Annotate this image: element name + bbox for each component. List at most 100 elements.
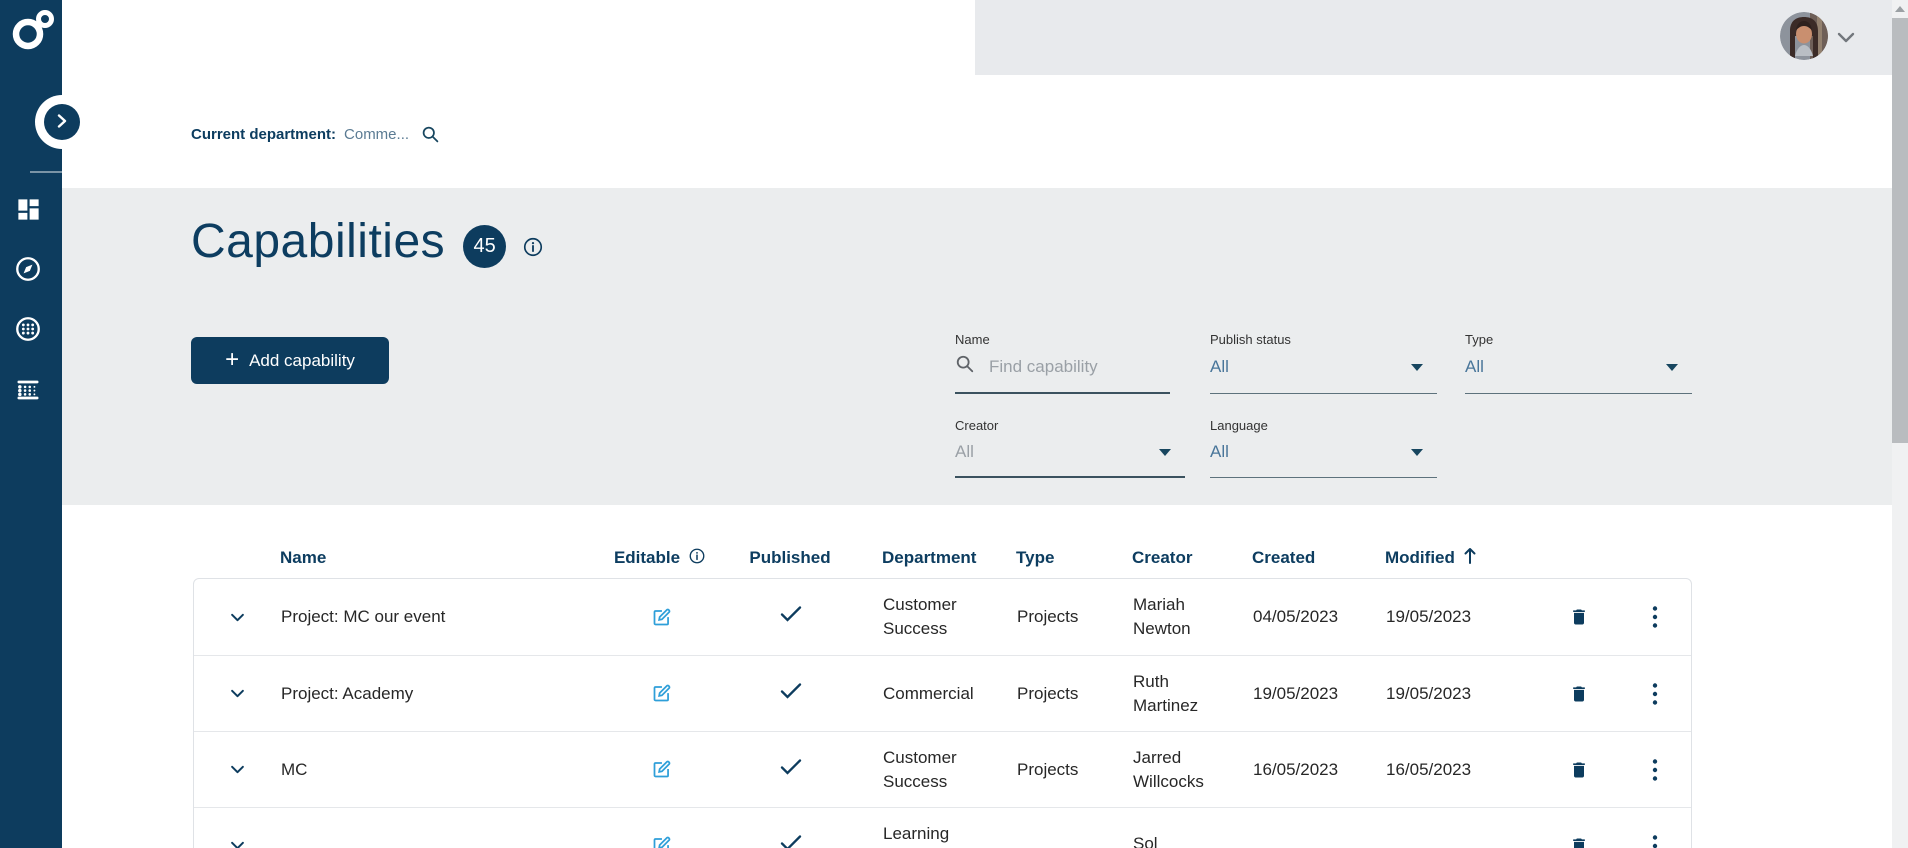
published-check-icon <box>780 834 802 848</box>
current-department-label: Current department: <box>191 125 337 143</box>
add-capability-button[interactable]: + Add capability <box>191 337 389 384</box>
filter-creator[interactable]: Creator All <box>955 418 1185 478</box>
capabilities-table: Project: MC our event Customer Success P… <box>193 578 1692 848</box>
filter-type-value: All <box>1465 357 1484 376</box>
delete-icon[interactable] <box>1565 755 1593 785</box>
filter-name: Name <box>955 332 1170 394</box>
caret-down-icon <box>1159 443 1171 461</box>
scrollbar-up-arrow[interactable] <box>1895 6 1905 12</box>
cell-modified: 19/05/2023 <box>1386 607 1472 626</box>
delete-icon[interactable] <box>1565 831 1593 848</box>
row-expand-button[interactable] <box>226 837 249 848</box>
delete-icon[interactable] <box>1565 602 1593 632</box>
caret-down-icon <box>1411 358 1423 376</box>
cell-creator: Ruth Martinez <box>1133 671 1199 715</box>
caret-down-icon <box>1411 443 1423 461</box>
sidebar-expand-button[interactable] <box>44 104 80 140</box>
column-header-editable[interactable]: Editable <box>600 547 720 570</box>
filter-creator-label: Creator <box>955 418 999 433</box>
published-check-icon <box>780 605 802 629</box>
current-department-value[interactable]: Comme... <box>344 126 409 143</box>
department-search-icon[interactable] <box>421 125 440 144</box>
cell-department: Customer Success <box>883 595 957 638</box>
row-expand-button[interactable] <box>226 609 249 626</box>
edit-icon[interactable] <box>647 755 676 784</box>
current-department-bar: Current department: Comme... <box>191 122 440 146</box>
kebab-menu-icon[interactable] <box>1648 830 1662 848</box>
dashboard-icon <box>15 196 42 228</box>
filter-language-label: Language <box>1210 418 1268 433</box>
count-badge: 45 <box>463 224 507 268</box>
cell-creator: Jarred Willcocks <box>1133 747 1204 791</box>
cell-name <box>281 808 601 848</box>
brand-logo-icon[interactable] <box>7 8 55 55</box>
compass-icon <box>14 255 42 288</box>
page-header-section: Capabilities 45 + Add capability Name Pu… <box>62 188 1892 505</box>
cell-type: Projects <box>1017 683 1079 703</box>
column-header-type[interactable]: Type <box>1000 548 1115 568</box>
cell-name: Project: Academy <box>281 683 414 703</box>
column-header-created[interactable]: Created <box>1235 548 1365 568</box>
table-row[interactable]: MC Customer Success Projects Jarred Will… <box>194 731 1691 807</box>
row-expand-button[interactable] <box>226 761 249 778</box>
column-header-name[interactable]: Name <box>280 548 600 568</box>
scrollbar-thumb[interactable] <box>1892 18 1908 443</box>
add-capability-label: Add capability <box>249 350 355 370</box>
table-row[interactable]: Learning Sol <box>194 807 1691 848</box>
filter-type[interactable]: Type All <box>1465 332 1692 394</box>
filter-name-label: Name <box>955 332 990 347</box>
filter-language-value: All <box>1210 442 1229 461</box>
sidebar-item-dashboard[interactable] <box>13 197 43 227</box>
sort-arrow-up-icon <box>1463 546 1477 570</box>
page-title: Capabilities <box>191 215 446 268</box>
filter-language[interactable]: Language All <box>1210 418 1437 478</box>
edit-icon[interactable] <box>647 679 676 708</box>
cell-type: Projects <box>1017 607 1079 626</box>
capabilities-info-icon[interactable] <box>522 236 544 258</box>
user-menu-chevron-icon[interactable] <box>1837 30 1855 48</box>
column-header-creator[interactable]: Creator <box>1115 548 1235 568</box>
cell-name: MC <box>281 759 308 779</box>
cell-modified: 19/05/2023 <box>1386 683 1472 703</box>
cell-modified: 16/05/2023 <box>1386 759 1472 779</box>
kebab-menu-icon[interactable] <box>1648 601 1662 633</box>
sidebar-item-explore[interactable] <box>13 256 43 286</box>
filter-publish-status-value: All <box>1210 357 1229 376</box>
editable-info-icon[interactable] <box>688 547 706 570</box>
cell-name: Project: MC our event <box>281 607 446 626</box>
cell-department: Customer Success <box>883 747 957 791</box>
cell-modified <box>1366 808 1541 848</box>
filter-creator-value: All <box>955 441 974 461</box>
cell-creator: Sol <box>1133 834 1158 848</box>
delete-icon[interactable] <box>1565 679 1593 709</box>
row-expand-button[interactable] <box>226 685 249 702</box>
cell-type <box>1001 808 1116 848</box>
cell-department: Learning <box>883 824 950 843</box>
topbar <box>975 0 1892 75</box>
sidebar-item-matrix[interactable] <box>13 377 43 407</box>
edit-icon[interactable] <box>647 831 676 848</box>
column-header-published[interactable]: Published <box>720 548 860 568</box>
globe-dots-icon <box>14 315 42 348</box>
column-header-modified[interactable]: Modified <box>1365 546 1540 570</box>
column-header-department[interactable]: Department <box>860 548 1000 568</box>
cell-created: 19/05/2023 <box>1253 683 1339 703</box>
filter-publish-status[interactable]: Publish status All <box>1210 332 1437 394</box>
find-capability-input[interactable] <box>987 355 1137 378</box>
table-header-row: Name Editable Published Department Type … <box>193 538 1692 578</box>
cell-created: 16/05/2023 <box>1253 759 1339 779</box>
sidebar-item-capabilities[interactable] <box>13 316 43 346</box>
caret-down-icon <box>1666 358 1678 376</box>
kebab-menu-icon[interactable] <box>1648 754 1662 786</box>
table-row[interactable]: Project: Academy Commercial Projects Rut… <box>194 655 1691 731</box>
table-row[interactable]: Project: MC our event Customer Success P… <box>194 579 1691 655</box>
published-check-icon <box>780 758 802 782</box>
cell-type: Projects <box>1017 759 1079 779</box>
vertical-scrollbar[interactable] <box>1892 0 1908 848</box>
cell-department: Commercial <box>883 683 974 703</box>
cell-created: 04/05/2023 <box>1253 607 1339 626</box>
user-avatar[interactable] <box>1780 12 1828 60</box>
published-check-icon <box>780 682 802 706</box>
kebab-menu-icon[interactable] <box>1648 678 1662 710</box>
edit-icon[interactable] <box>647 603 676 632</box>
